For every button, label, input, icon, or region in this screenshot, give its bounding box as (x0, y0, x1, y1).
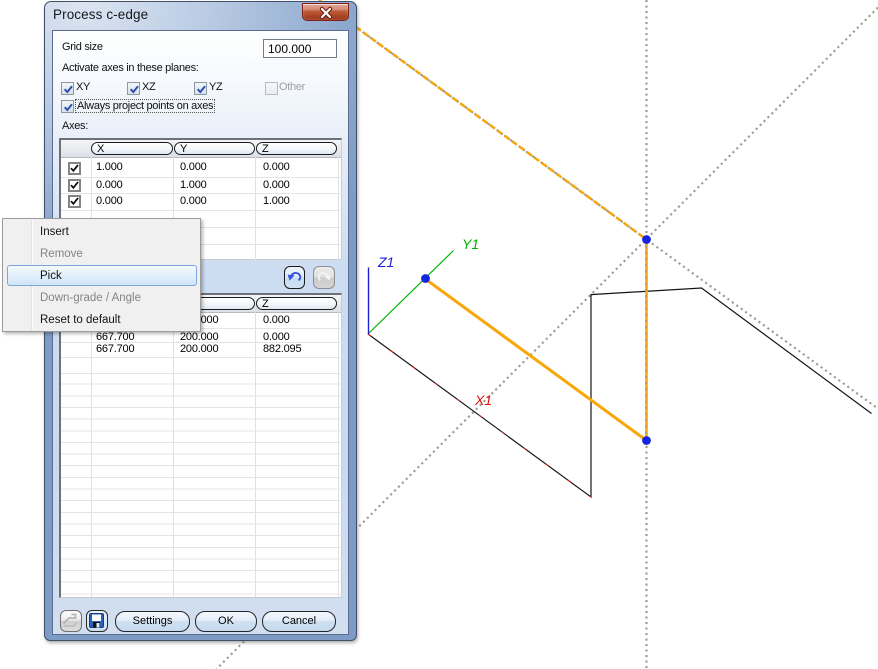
svg-text:Z1: Z1 (377, 254, 394, 270)
svg-text:Y1: Y1 (462, 236, 479, 252)
svg-text:X1: X1 (474, 392, 492, 408)
